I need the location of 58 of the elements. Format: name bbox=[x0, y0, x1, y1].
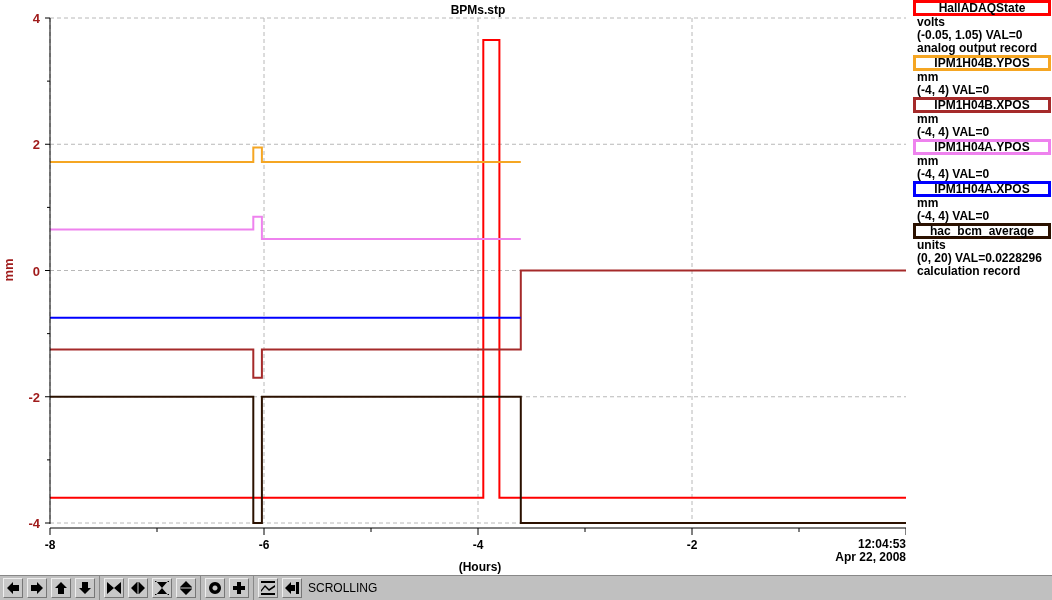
legend-units: volts bbox=[916, 16, 946, 29]
zoom-out-vertical-button[interactable] bbox=[176, 578, 196, 598]
legend-range: (0, 20) VAL=0.0228296 bbox=[916, 252, 1043, 265]
legend-units: units bbox=[916, 239, 947, 252]
chart-title: BPMs.stp bbox=[450, 3, 506, 17]
y-tick-label: 2 bbox=[32, 137, 40, 153]
zoom-in-vertical-button[interactable] bbox=[152, 578, 172, 598]
zoom-out-horizontal-icon bbox=[130, 580, 146, 596]
left-arrow-button[interactable] bbox=[3, 578, 23, 598]
zoom-in-horizontal-button[interactable] bbox=[104, 578, 124, 598]
back-arrow-icon bbox=[284, 580, 300, 596]
zoom-out-horizontal-button[interactable] bbox=[128, 578, 148, 598]
legend-range: (-4, 4) VAL=0 bbox=[916, 210, 991, 223]
plus-button[interactable] bbox=[229, 578, 249, 598]
zoom-out-vertical-icon bbox=[178, 580, 194, 596]
up-arrow-icon bbox=[53, 580, 69, 596]
graph-icon bbox=[260, 580, 276, 596]
legend-range: (-4, 4) VAL=0 bbox=[916, 84, 991, 97]
down-arrow-button[interactable] bbox=[75, 578, 95, 598]
y-tick-label: 0 bbox=[32, 263, 40, 279]
legend-units: mm bbox=[916, 113, 940, 126]
legend-signal-button[interactable]: hac_bcm_average bbox=[913, 223, 1051, 239]
legend-range: (-0.05, 1.05) VAL=0 bbox=[916, 29, 1024, 42]
plus-icon bbox=[231, 580, 247, 596]
end-date: Apr 22, 2008 bbox=[835, 550, 906, 564]
legend-units: mm bbox=[916, 197, 940, 210]
zoom-in-vertical-icon bbox=[154, 580, 170, 596]
y-tick-label: 4 bbox=[32, 11, 40, 26]
up-arrow-button[interactable] bbox=[51, 578, 71, 598]
legend-signal-button[interactable]: IPM1H04B.YPOS bbox=[913, 55, 1051, 71]
legend-signal-button[interactable]: IPM1H04A.XPOS bbox=[913, 181, 1051, 197]
legend-signal-button[interactable]: IPM1H04B.XPOS bbox=[913, 97, 1051, 113]
legend-units: mm bbox=[916, 155, 940, 168]
down-arrow-icon bbox=[77, 580, 93, 596]
legend-units: mm bbox=[916, 71, 940, 84]
right-arrow-button[interactable] bbox=[27, 578, 47, 598]
left-arrow-icon bbox=[5, 580, 21, 596]
right-arrow-icon bbox=[29, 580, 45, 596]
x-tick-label: -4 bbox=[472, 538, 484, 552]
x-tick-label: -6 bbox=[258, 538, 270, 552]
zoom-in-horizontal-icon bbox=[106, 580, 122, 596]
legend-record-type: calculation record bbox=[916, 265, 1022, 278]
legend-signal-button[interactable]: IPM1H04A.YPOS bbox=[913, 139, 1051, 155]
circle-button[interactable] bbox=[205, 578, 225, 598]
end-time: 12:04:53 bbox=[857, 537, 906, 551]
x-axis-label: (Hours) bbox=[458, 560, 502, 574]
back-arrow-button[interactable] bbox=[282, 578, 302, 598]
legend-range: (-4, 4) VAL=0 bbox=[916, 126, 991, 139]
x-tick-label: -8 bbox=[44, 538, 56, 552]
x-tick-label: -2 bbox=[686, 538, 698, 552]
y-axis-label: mm bbox=[1, 258, 16, 282]
mode-status: SCROLLING bbox=[308, 581, 378, 595]
y-tick-label: -4 bbox=[28, 516, 40, 531]
y-tick-label: -2 bbox=[28, 389, 40, 405]
legend-range: (-4, 4) VAL=0 bbox=[916, 168, 991, 181]
legend-record-type: analog output record bbox=[916, 42, 1038, 55]
legend-signal-button[interactable]: HallADAQState bbox=[913, 0, 1051, 16]
graph-button[interactable] bbox=[258, 578, 278, 598]
